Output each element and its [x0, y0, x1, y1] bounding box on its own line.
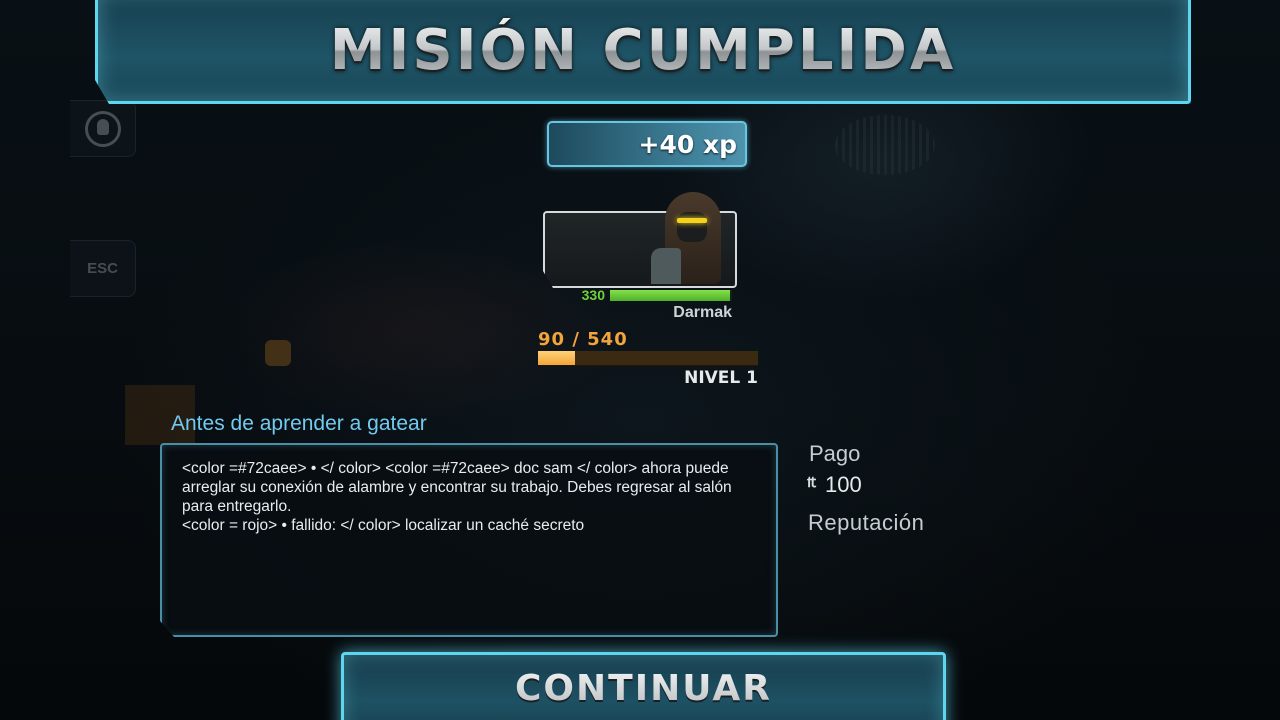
- title-banner: MISIÓN CUMPLIDA: [95, 0, 1191, 104]
- reward-pay-label: Pago: [809, 441, 861, 466]
- esc-button[interactable]: ESC: [70, 240, 136, 297]
- mission-title: Antes de aprender a gatear: [171, 412, 427, 435]
- character-hp-fill: [610, 290, 730, 301]
- character-name: Darmak: [673, 304, 732, 321]
- xp-reward-label: +40 xp: [638, 129, 737, 159]
- level-progress-text: 90 / 540: [538, 329, 628, 350]
- page-title: MISIÓN CUMPLIDA: [329, 17, 957, 83]
- reward-pay-value: 100: [825, 472, 862, 497]
- level-label: NIVEL 1: [684, 368, 758, 388]
- character-hp-value: 330: [581, 287, 605, 303]
- reward-reputation-label: Reputación: [808, 510, 925, 535]
- mission-description-box: <color =#72caee> • </ color> <color =#72…: [160, 443, 778, 637]
- esc-label: ESC: [87, 260, 118, 277]
- mission-complete-screen: ESC MISIÓN CUMPLIDA +40 xp 330 Darmak 90…: [0, 0, 1280, 720]
- mission-description: <color =#72caee> • </ color> <color =#72…: [182, 460, 732, 534]
- portrait-visor: [677, 218, 707, 223]
- profile-button[interactable]: [70, 100, 136, 157]
- character-hp-bar: [610, 290, 732, 301]
- level-progress-bar: [538, 351, 758, 366]
- background-lamp: [265, 340, 291, 366]
- portrait-face: [677, 212, 707, 242]
- xp-reward-badge: +40 xp: [547, 121, 747, 167]
- profile-icon: [84, 110, 121, 147]
- level-progress-fill: [538, 351, 575, 365]
- background-grate: [835, 115, 935, 175]
- credits-icon: ₶: [807, 474, 817, 491]
- portrait-shoulder: [651, 248, 681, 284]
- continue-label: CONTINUAR: [515, 668, 772, 720]
- hooded-character-portrait: [645, 190, 735, 284]
- continue-button[interactable]: CONTINUAR: [341, 652, 946, 720]
